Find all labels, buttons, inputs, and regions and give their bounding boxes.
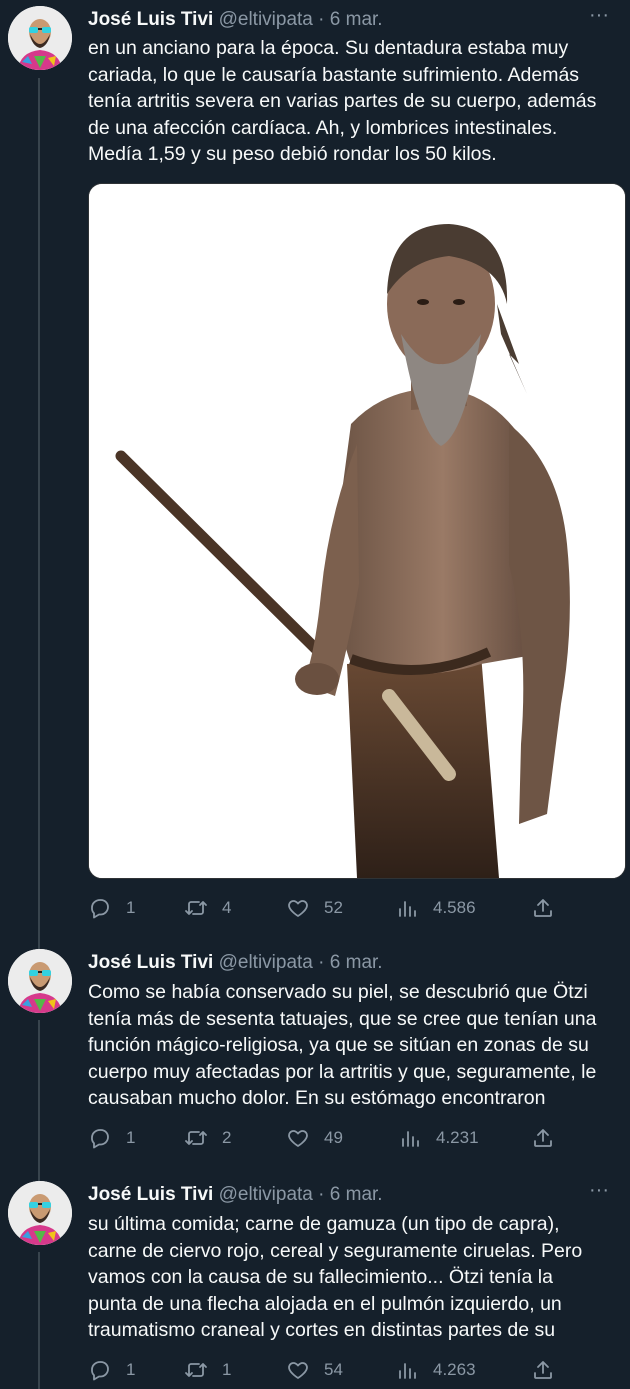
tweet-text-line: tenía artritis severa en varias partes d…	[88, 90, 597, 112]
author-handle[interactable]: @eltivipata	[219, 1184, 313, 1205]
share-icon	[534, 1361, 552, 1379]
tweet-text-line: traumatismo craneal y cortes en distinta…	[88, 1319, 556, 1341]
tweet-text: Como se había conservado su piel, se des…	[88, 979, 620, 1112]
reply-icon	[91, 1361, 109, 1381]
heart-icon	[288, 900, 308, 917]
views-icon	[402, 1131, 419, 1147]
tweet-text: su última comida; carne de gamuza (un ti…	[88, 1211, 620, 1344]
separator: ·	[318, 9, 325, 30]
retweet-icon	[185, 1363, 207, 1377]
views-count: 4.586	[433, 898, 476, 917]
views-button[interactable]: 4.231	[398, 1123, 479, 1153]
reply-button[interactable]: 1	[88, 1123, 135, 1153]
like-button[interactable]: 54	[286, 1355, 343, 1385]
avatar[interactable]	[8, 1181, 72, 1245]
retweet-count: 2	[222, 1128, 232, 1147]
tweet-text-line: vamos con la causa de su fallecimiento..…	[88, 1266, 553, 1288]
tweet-text: en un anciano para la época. Su dentadur…	[88, 35, 620, 168]
views-button[interactable]: 4.586	[395, 893, 476, 923]
reply-count: 1	[126, 898, 136, 917]
share-icon	[534, 1129, 552, 1147]
tweet[interactable]: José Luis Tivi @eltivipata · 6 mar. Como…	[0, 945, 630, 1170]
separator: ·	[318, 952, 325, 973]
avatar[interactable]	[8, 949, 72, 1013]
author-handle[interactable]: @eltivipata	[219, 9, 313, 30]
more-options-icon[interactable]: ···	[588, 5, 610, 32]
like-count: 52	[324, 898, 343, 917]
reply-icon	[91, 899, 109, 919]
heart-icon	[288, 1130, 308, 1147]
tweet-date[interactable]: 6 mar.	[330, 952, 383, 973]
tweet-photo[interactable]	[88, 183, 626, 879]
tweet-actions: 1 4 52 4.586	[88, 893, 558, 923]
retweet-icon	[185, 1131, 207, 1145]
tweet-header: José Luis Tivi @eltivipata · 6 mar. ···	[88, 1180, 618, 1207]
tweet-text-line: Como se había conservado su piel, se des…	[88, 981, 588, 1003]
like-count: 54	[324, 1360, 343, 1379]
tweet-text-line: cariada, lo que le causaría bastante suf…	[88, 63, 580, 86]
tweet-text-line: función mágico-religiosa, ya que se sitú…	[88, 1034, 589, 1056]
views-icon	[399, 901, 416, 917]
heart-icon	[288, 1362, 308, 1379]
retweet-button[interactable]: 4	[184, 893, 231, 923]
share-button[interactable]	[531, 1355, 555, 1385]
retweet-count: 1	[222, 1360, 232, 1379]
views-count: 4.263	[433, 1360, 476, 1379]
views-count: 4.231	[436, 1128, 479, 1147]
tweet-date[interactable]: 6 mar.	[330, 1184, 383, 1205]
like-button[interactable]: 52	[286, 893, 343, 923]
like-count: 49	[324, 1128, 343, 1147]
otzi-reconstruction-photo	[89, 184, 625, 878]
author-name[interactable]: José Luis Tivi	[88, 9, 213, 30]
reply-button[interactable]: 1	[88, 1355, 135, 1385]
views-icon	[399, 1363, 416, 1379]
tweet-text-line: punta de una flecha alojada en el pulmón…	[88, 1292, 562, 1315]
share-icon	[534, 899, 552, 917]
tweet-text-line: causaban mucho dolor. En su estómago enc…	[88, 1087, 546, 1109]
author-handle[interactable]: @eltivipata	[219, 952, 313, 973]
tweet[interactable]: José Luis Tivi @eltivipata · 6 mar. ··· …	[0, 0, 630, 940]
more-options-icon[interactable]: ···	[588, 1180, 610, 1207]
tweet-text-line: tenía más de sesenta tatuajes, que se cr…	[88, 1007, 597, 1030]
like-button[interactable]: 49	[286, 1123, 343, 1153]
reply-icon	[91, 1129, 109, 1149]
tweet-text-line: en un anciano para la época. Su dentadur…	[88, 37, 569, 59]
reply-count: 1	[126, 1360, 136, 1379]
share-button[interactable]	[531, 893, 555, 923]
tweet-text-line: cuerpo muy afectadas por la artritis y q…	[88, 1060, 597, 1083]
retweet-button[interactable]: 2	[184, 1123, 231, 1153]
reply-count: 1	[126, 1128, 136, 1147]
views-button[interactable]: 4.263	[395, 1355, 476, 1385]
tweet-text-line: su última comida; carne de gamuza (un ti…	[88, 1213, 560, 1235]
author-name[interactable]: José Luis Tivi	[88, 952, 213, 973]
tweet[interactable]: José Luis Tivi @eltivipata · 6 mar. ··· …	[0, 1177, 630, 1389]
tweet-actions: 1 1 54 4.263	[88, 1355, 558, 1385]
tweet-text-line: carne de ciervo rojo, cereal y seguramen…	[88, 1239, 583, 1262]
author-name[interactable]: José Luis Tivi	[88, 1184, 213, 1205]
tweet-date[interactable]: 6 mar.	[330, 9, 383, 30]
tweet-header: José Luis Tivi @eltivipata · 6 mar. ···	[88, 5, 618, 32]
share-button[interactable]	[531, 1123, 555, 1153]
separator: ·	[318, 1184, 325, 1205]
tweet-text-line: de una afección cardíaca. Ah, y lombrice…	[88, 116, 558, 139]
retweet-icon	[185, 901, 207, 915]
tweet-actions: 1 2 49 4.231	[88, 1123, 558, 1153]
retweet-button[interactable]: 1	[184, 1355, 231, 1385]
reply-button[interactable]: 1	[88, 893, 135, 923]
tweet-header: José Luis Tivi @eltivipata · 6 mar.	[88, 951, 618, 975]
retweet-count: 4	[222, 898, 232, 917]
avatar[interactable]	[8, 6, 72, 70]
tweet-text-line: Medía 1,59 y su peso debió rondar los 50…	[88, 143, 497, 165]
